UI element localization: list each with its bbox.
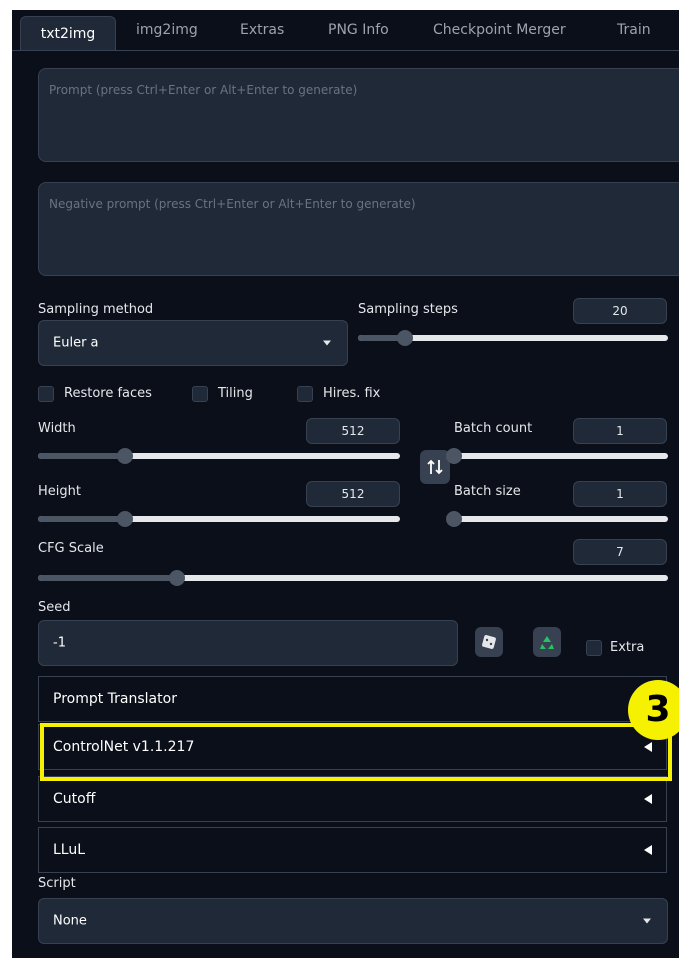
width-input[interactable]: 512	[306, 418, 400, 444]
sampling-steps-slider[interactable]	[358, 330, 668, 346]
restore-faces-label: Restore faces	[64, 386, 152, 401]
accordion-label: LLuL	[53, 842, 86, 858]
sampling-method-value: Euler a	[53, 335, 99, 351]
cfg-scale-slider[interactable]	[38, 570, 668, 586]
slider-thumb[interactable]	[169, 570, 185, 586]
reuse-seed-button[interactable]	[533, 627, 561, 657]
slider-fill	[38, 516, 125, 522]
accordion-cutoff[interactable]: Cutoff	[38, 776, 667, 822]
accordion-llul[interactable]: LLuL	[38, 827, 667, 873]
chevron-down-icon	[643, 918, 651, 924]
script-dropdown[interactable]: None	[38, 898, 668, 944]
negative-prompt-placeholder: Negative prompt (press Ctrl+Enter or Alt…	[49, 197, 416, 211]
app-window: txt2img img2img Extras PNG Info Checkpoi…	[12, 10, 679, 958]
collapse-arrow-icon	[644, 845, 652, 855]
annotation-highlight-box	[40, 723, 672, 781]
recycle-icon	[540, 636, 554, 649]
tab-txt2img[interactable]: txt2img	[20, 16, 116, 51]
negative-prompt-input[interactable]: Negative prompt (press Ctrl+Enter or Alt…	[38, 182, 679, 276]
sampling-steps-input[interactable]: 20	[573, 298, 667, 324]
height-input[interactable]: 512	[306, 481, 400, 507]
batch-size-slider[interactable]	[446, 511, 668, 527]
hires-fix-label: Hires. fix	[323, 386, 381, 401]
hires-fix-checkbox[interactable]	[297, 386, 313, 402]
tab-train[interactable]: Train	[617, 10, 651, 50]
extra-seed-label: Extra	[610, 640, 645, 655]
slider-fill	[38, 575, 177, 581]
seed-label: Seed	[38, 600, 71, 615]
seed-input[interactable]: -1	[38, 620, 458, 666]
dice-icon	[482, 635, 496, 649]
tiling-checkbox[interactable]	[192, 386, 208, 402]
slider-thumb[interactable]	[397, 330, 413, 346]
chevron-down-icon	[323, 340, 331, 346]
random-seed-button[interactable]	[475, 627, 503, 657]
slider-thumb[interactable]	[117, 448, 133, 464]
accordion-label: Cutoff	[53, 791, 96, 807]
tab-img2img[interactable]: img2img	[136, 10, 198, 50]
slider-fill	[38, 453, 125, 459]
batch-count-label: Batch count	[454, 421, 533, 436]
width-label: Width	[38, 421, 76, 436]
extra-seed-checkbox[interactable]	[586, 640, 602, 656]
seed-value: -1	[53, 635, 66, 651]
tab-png-info[interactable]: PNG Info	[328, 10, 389, 50]
prompt-placeholder: Prompt (press Ctrl+Enter or Alt+Enter to…	[49, 83, 358, 97]
accordion-label: Prompt Translator	[53, 691, 177, 707]
height-slider[interactable]	[38, 511, 400, 527]
tiling-label: Tiling	[218, 386, 253, 401]
slider-thumb[interactable]	[446, 448, 462, 464]
restore-faces-checkbox[interactable]	[38, 386, 54, 402]
slider-thumb[interactable]	[446, 511, 462, 527]
batch-size-label: Batch size	[454, 484, 521, 499]
script-value: None	[53, 913, 87, 929]
collapse-arrow-icon	[644, 794, 652, 804]
width-slider[interactable]	[38, 448, 400, 464]
batch-count-input[interactable]: 1	[573, 418, 667, 444]
height-label: Height	[38, 484, 81, 499]
prompt-input[interactable]: Prompt (press Ctrl+Enter or Alt+Enter to…	[38, 68, 679, 162]
batch-size-input[interactable]: 1	[573, 481, 667, 507]
cfg-scale-input[interactable]: 7	[573, 539, 667, 565]
slider-thumb[interactable]	[117, 511, 133, 527]
script-label: Script	[38, 876, 76, 891]
cfg-scale-label: CFG Scale	[38, 541, 104, 556]
annotation-badge: 3	[628, 680, 679, 740]
sampling-method-dropdown[interactable]: Euler a	[38, 320, 348, 366]
batch-count-slider[interactable]	[446, 448, 668, 464]
sampling-method-label: Sampling method	[38, 302, 154, 317]
tab-divider	[12, 50, 679, 51]
tab-checkpoint-merger[interactable]: Checkpoint Merger	[433, 10, 566, 50]
accordion-prompt-translator[interactable]: Prompt Translator	[38, 676, 667, 722]
sampling-steps-label: Sampling steps	[358, 302, 458, 317]
tab-extras[interactable]: Extras	[240, 10, 284, 50]
